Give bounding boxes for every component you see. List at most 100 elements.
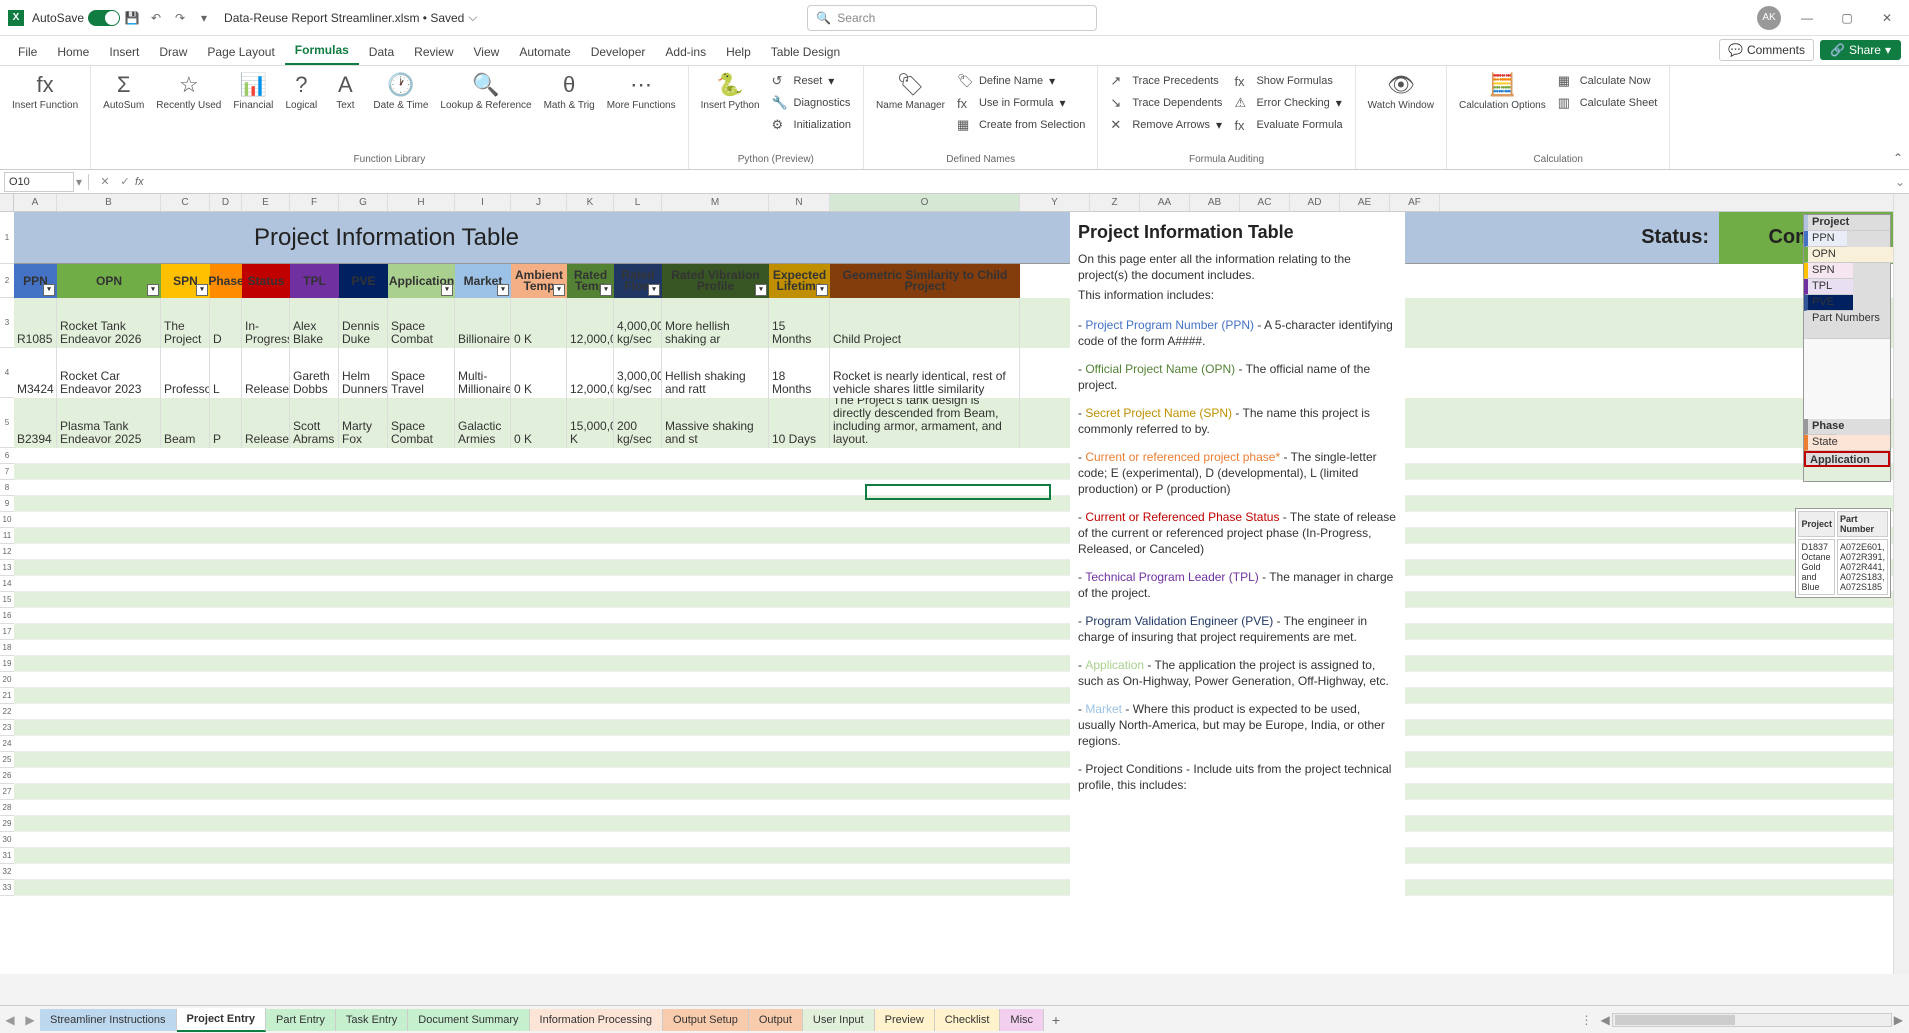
restore-icon[interactable]: ▢ [1833,4,1861,32]
add-sheet-icon[interactable]: + [1044,1012,1068,1028]
empty-row[interactable] [14,688,1909,704]
cell-rflow[interactable]: 200 kg/sec [614,398,662,448]
empty-row[interactable] [14,720,1909,736]
tab-formulas[interactable]: Formulas [285,37,359,65]
col-Y[interactable]: Y [1020,194,1090,211]
create-from-selection-button[interactable]: ▦Create from Selection [953,114,1089,136]
formula-input[interactable] [148,172,1891,192]
th-application[interactable]: Application▾ [388,264,455,298]
cancel-icon[interactable]: ✕ [95,175,115,188]
qat-dropdown-icon[interactable]: ▾ [192,6,216,30]
sheet-part-entry[interactable]: Part Entry [266,1009,336,1031]
empty-row[interactable] [14,832,1909,848]
empty-row[interactable] [14,768,1909,784]
row-header[interactable]: 1 [0,212,14,264]
cell-rflow[interactable]: 4,000,000 kg/sec [614,298,662,348]
empty-row[interactable] [14,528,1909,544]
col-F[interactable]: F [290,194,339,211]
empty-row[interactable] [14,560,1909,576]
tab-table-design[interactable]: Table Design [761,39,850,65]
th-similarity[interactable]: Geometric Similarity to Child Project [830,264,1020,298]
th-vibration[interactable]: Rated Vibration Profile▾ [662,264,769,298]
filter-icon[interactable]: ▾ [816,284,828,296]
nav-pve[interactable]: PVE [1804,295,1853,311]
cell-rvib[interactable]: More hellish shaking ar [662,298,769,348]
empty-row[interactable] [14,576,1909,592]
sheet-info-processing[interactable]: Information Processing [530,1009,664,1031]
empty-row[interactable] [14,624,1909,640]
tab-developer[interactable]: Developer [581,39,656,65]
calculate-sheet-button[interactable]: ▥Calculate Sheet [1554,92,1662,114]
chevron-down-icon[interactable]: ⌵ [468,10,477,25]
filter-icon[interactable]: ▾ [553,284,565,296]
cell-pve[interactable]: Marty Fox [339,398,388,448]
row-header[interactable]: 16 [0,608,14,624]
row-header[interactable]: 5 [0,398,14,448]
next-sheet-icon[interactable]: ▶ [20,1013,40,1027]
empty-row[interactable] [14,496,1909,512]
cell-gsim[interactable]: Rocket is nearly identical, rest of vehi… [830,348,1020,398]
cell-phase[interactable]: L [210,348,242,398]
row-header[interactable]: 28 [0,800,14,816]
tab-file[interactable]: File [8,39,47,65]
cell-elife[interactable]: 18 Months [769,348,830,398]
recently-used-button[interactable]: ☆Recently Used [152,70,225,113]
row-header[interactable]: 27 [0,784,14,800]
cell-opn[interactable]: Rocket Car Endeavor 2023 [57,348,161,398]
cell-rtemp[interactable]: 12,000,000K [567,298,614,348]
logical-button[interactable]: ?Logical [281,70,321,113]
cell-ppn[interactable]: M3424 [14,348,57,398]
sheet-user-input[interactable]: User Input [803,1009,875,1031]
evaluate-formula-button[interactable]: fxEvaluate Formula [1230,114,1346,136]
cell-spn[interactable]: Beam [161,398,210,448]
th-rated-temp[interactable]: Rated Temp▾ [567,264,614,298]
sheet-misc[interactable]: Misc [1000,1009,1044,1031]
cell-rtemp[interactable]: 15,000,000 K [567,398,614,448]
cell-amb[interactable]: 0 K [511,298,567,348]
cell-gsim[interactable]: The Project's tank design is directly de… [830,398,1020,448]
user-avatar[interactable]: AK [1757,6,1781,30]
row-header[interactable]: 26 [0,768,14,784]
row-header[interactable]: 7 [0,464,14,480]
row-header[interactable]: 14 [0,576,14,592]
financial-button[interactable]: 📊Financial [229,70,277,113]
sheet-task-entry[interactable]: Task Entry [336,1009,408,1031]
nav-phase[interactable]: Phase [1804,419,1836,435]
nav-ppn[interactable]: PPN [1804,231,1847,247]
empty-row[interactable] [14,592,1909,608]
close-icon[interactable]: ✕ [1873,4,1901,32]
col-K[interactable]: K [567,194,614,211]
scroll-right-icon[interactable]: ▶ [1894,1013,1903,1027]
col-N[interactable]: N [769,194,830,211]
col-J[interactable]: J [511,194,567,211]
empty-row[interactable] [14,672,1909,688]
autosum-button[interactable]: ΣAutoSum [99,70,148,113]
tab-help[interactable]: Help [716,39,761,65]
col-H[interactable]: H [388,194,455,211]
minimize-icon[interactable]: — [1793,4,1821,32]
col-C[interactable]: C [161,194,210,211]
empty-row[interactable] [14,640,1909,656]
tab-options-icon[interactable]: ⋮ [1581,1013,1593,1027]
tab-page-layout[interactable]: Page Layout [197,39,284,65]
th-opn[interactable]: OPN▾ [57,264,161,298]
autosave-toggle[interactable]: AutoSave [32,10,120,26]
cell-gsim[interactable]: Child Project [830,298,1020,348]
show-formulas-button[interactable]: fxShow Formulas [1230,70,1346,92]
lookup-button[interactable]: 🔍Lookup & Reference [436,70,535,113]
tab-view[interactable]: View [464,39,510,65]
nav-state[interactable]: State [1804,435,1890,451]
nav-tpl[interactable]: TPL [1804,279,1853,295]
row-header[interactable]: 31 [0,848,14,864]
row-header[interactable]: 4 [0,348,14,398]
th-pve[interactable]: PVE [339,264,388,298]
empty-row[interactable] [14,480,1909,496]
select-all-corner[interactable] [0,194,14,211]
trace-dependents-button[interactable]: ↘Trace Dependents [1106,92,1226,114]
row-header[interactable]: 24 [0,736,14,752]
cell-mkt[interactable]: Multi-Millionaires [455,348,511,398]
save-icon[interactable]: 💾 [120,6,144,30]
row-header[interactable]: 17 [0,624,14,640]
col-AA[interactable]: AA [1140,194,1190,211]
empty-row[interactable] [14,608,1909,624]
